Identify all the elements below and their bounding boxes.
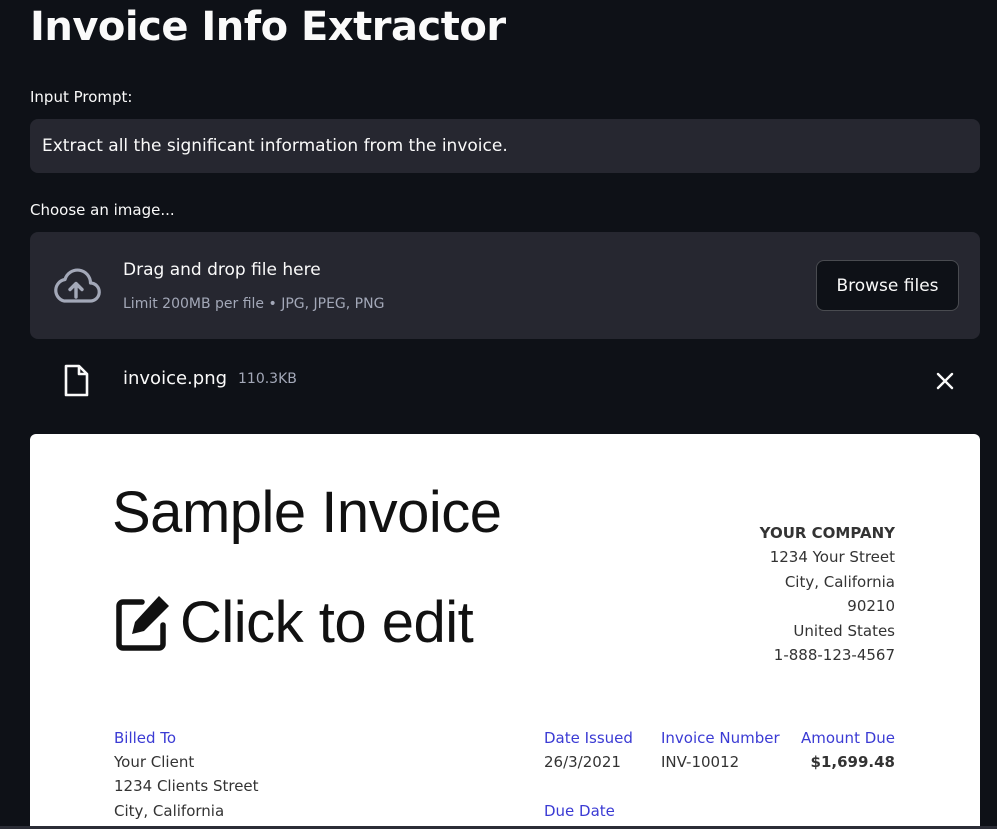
file-dropzone[interactable]: Drag and drop file here Limit 200MB per … bbox=[30, 232, 980, 339]
invoice-number-label: Invoice Number bbox=[661, 729, 780, 747]
company-street: 1234 Your Street bbox=[769, 548, 895, 567]
remove-file-button[interactable] bbox=[930, 366, 960, 396]
close-icon bbox=[936, 372, 954, 390]
date-issued-value: 26/3/2021 bbox=[544, 753, 621, 771]
cloud-upload-icon bbox=[54, 268, 101, 303]
page-title: Invoice Info Extractor bbox=[30, 4, 506, 50]
invoice-edit-text: Click to edit bbox=[180, 590, 474, 655]
uploaded-file-name: invoice.png bbox=[123, 368, 228, 389]
uploader-label: Choose an image... bbox=[30, 201, 175, 219]
edit-icon bbox=[116, 595, 169, 651]
dropzone-limit-text: Limit 200MB per file • JPG, JPEG, PNG bbox=[123, 296, 385, 312]
app-page: Invoice Info Extractor Input Prompt: Cho… bbox=[0, 0, 997, 829]
date-issued-label: Date Issued bbox=[544, 729, 633, 747]
client-name: Your Client bbox=[114, 753, 195, 771]
prompt-input[interactable] bbox=[30, 119, 980, 173]
company-phone: 1-888-123-4567 bbox=[773, 646, 895, 665]
company-address: YOUR COMPANY 1234 Your Street City, Cali… bbox=[760, 521, 895, 667]
prompt-label: Input Prompt: bbox=[30, 88, 133, 106]
amount-due-label: Amount Due bbox=[801, 729, 895, 747]
client-street: 1234 Clients Street bbox=[114, 777, 259, 795]
company-name: YOUR COMPANY bbox=[759, 524, 895, 542]
file-icon bbox=[64, 364, 89, 397]
company-country: United States bbox=[793, 621, 895, 640]
browse-files-button[interactable]: Browse files bbox=[816, 260, 959, 311]
billed-to-label: Billed To bbox=[114, 729, 177, 747]
amount-due-value: $1,699.48 bbox=[810, 753, 895, 771]
invoice-image-preview: Sample Invoice Click to edit YOUR COMPAN… bbox=[30, 434, 980, 829]
company-city: City, California bbox=[784, 572, 895, 591]
invoice-edit-row: Click to edit bbox=[112, 589, 474, 656]
uploaded-file-size: 110.3KB bbox=[238, 371, 297, 387]
invoice-title: Sample Invoice bbox=[112, 480, 502, 545]
client-city: City, California bbox=[114, 802, 225, 820]
due-date-label: Due Date bbox=[544, 802, 615, 820]
dropzone-title: Drag and drop file here bbox=[123, 260, 321, 280]
company-zip: 90210 bbox=[847, 597, 895, 616]
invoice-number-value: INV-10012 bbox=[661, 753, 740, 771]
